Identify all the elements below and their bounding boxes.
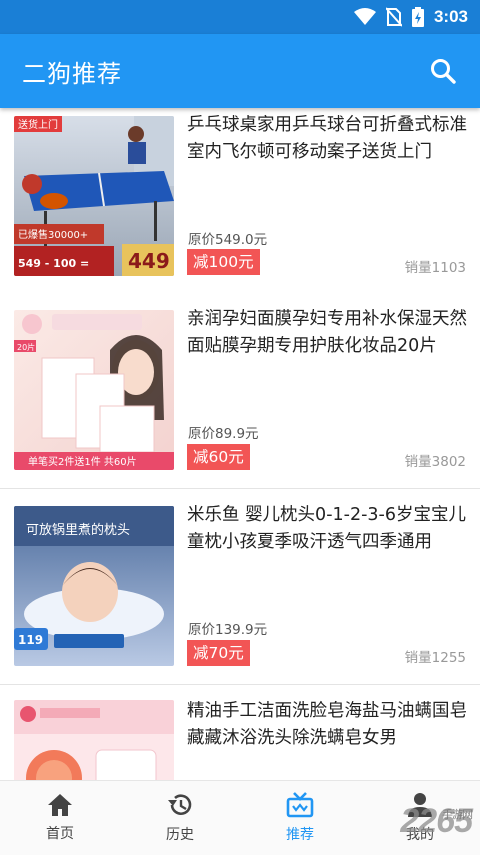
tab-label: 首页: [46, 826, 74, 842]
status-time: 3:03: [433, 7, 468, 26]
product-list[interactable]: 送货上门 已爆售30000+ 549 - 100 = 449 乒乓球桌家用乒乓球…: [0, 108, 480, 780]
watermark-sub: 手游网: [442, 809, 473, 821]
discount-badge: 减100元: [187, 249, 260, 275]
tab-home[interactable]: 首页: [0, 781, 120, 855]
history-icon: [168, 794, 192, 815]
site-watermark: 2265 手游网: [400, 802, 473, 841]
thumb-tag: 送货上门: [18, 118, 58, 131]
thumb-tag: 20片: [17, 342, 35, 352]
sales-count: 销量1103: [404, 260, 466, 276]
status-bar: 3:03: [0, 0, 480, 34]
wifi-icon: [353, 8, 376, 26]
search-button[interactable]: [426, 54, 460, 88]
product-item[interactable]: 可放锅里煮的枕头 119 米乐鱼 婴儿枕头0-1-2-3-6岁宝宝儿童枕小孩夏季…: [0, 490, 480, 685]
product-image-ping-pong-table[interactable]: 送货上门 已爆售30000+ 549 - 100 = 449: [14, 116, 174, 276]
search-icon: [431, 59, 456, 84]
no-sim-icon: [385, 7, 402, 27]
thumb-price: 119: [18, 633, 43, 647]
home-icon: [48, 794, 72, 816]
discount-badge: 减60元: [187, 444, 250, 470]
product-item[interactable]: 送货上门 已爆售30000+ 549 - 100 = 449 乒乓球桌家用乒乓球…: [0, 108, 480, 303]
app-title: 二狗推荐: [22, 59, 122, 88]
product-name[interactable]: 精油手工洁面洗脸皂海盐马油螨国皂藏藏沐浴洗头除洗螨皂女男: [187, 698, 469, 752]
recommend-icon: [286, 792, 314, 818]
tab-recommend[interactable]: 推荐: [240, 781, 360, 855]
sales-count: 销量1255: [404, 650, 466, 666]
thumb-badge: 已爆售30000+: [18, 228, 88, 241]
product-image-soap[interactable]: [14, 700, 174, 780]
discount-badge: 减70元: [187, 640, 250, 666]
product-name[interactable]: 米乐鱼 婴儿枕头0-1-2-3-6岁宝宝儿童枕小孩夏季吸汗透气四季通用: [187, 502, 469, 556]
tab-label: 历史: [166, 827, 194, 843]
battery-icon: [411, 7, 424, 27]
product-image-baby-pillow[interactable]: 可放锅里煮的枕头 119: [14, 506, 174, 666]
thumb-headline: 可放锅里煮的枕头: [26, 522, 130, 538]
product-name[interactable]: 乒乓球桌家用乒乓球台可折叠式标准室内飞尔顿可移动案子送货上门: [187, 112, 469, 166]
original-price: 原价139.9元: [188, 622, 268, 638]
thumb-final-price: 449: [128, 249, 170, 273]
thumb-price: 549 - 100 =: [18, 257, 89, 270]
original-price: 原价89.9元: [188, 426, 259, 442]
product-image-face-mask[interactable]: 20片 单笔买2件送1件 共60片: [14, 310, 174, 470]
thumb-banner: 单笔买2件送1件 共60片: [28, 455, 137, 468]
original-price: 原价549.0元: [188, 232, 268, 248]
tab-history[interactable]: 历史: [120, 781, 240, 855]
app-bar: 二狗推荐: [0, 34, 480, 108]
product-name[interactable]: 亲润孕妇面膜孕妇专用补水保湿天然面贴膜孕期专用护肤化妆品20片: [187, 306, 469, 360]
product-item[interactable]: 20片 单笔买2件送1件 共60片 亲润孕妇面膜孕妇专用补水保湿天然面贴膜孕期专…: [0, 294, 480, 489]
sales-count: 销量3802: [404, 454, 466, 470]
product-item[interactable]: 精油手工洁面洗脸皂海盐马油螨国皂藏藏沐浴洗头除洗螨皂女男: [0, 686, 480, 780]
tab-label: 推荐: [286, 827, 314, 843]
